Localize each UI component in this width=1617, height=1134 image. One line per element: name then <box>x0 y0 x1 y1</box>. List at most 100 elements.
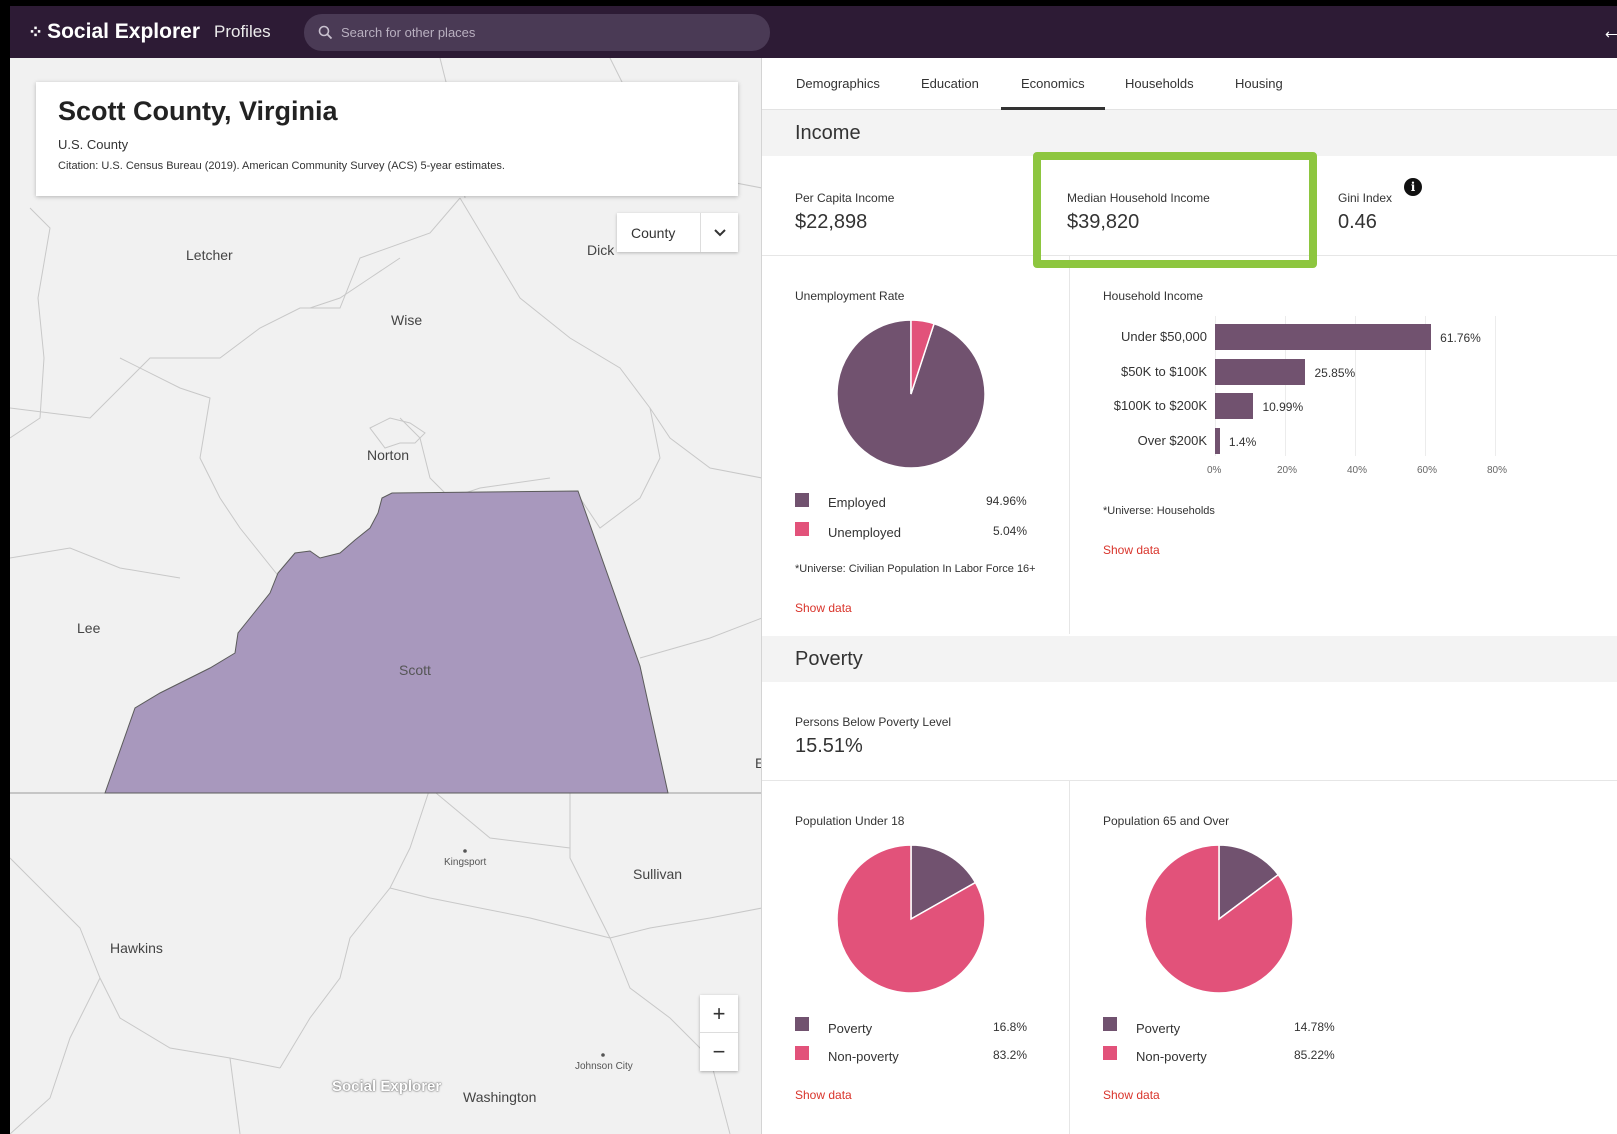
household-income-show-data-link[interactable]: Show data <box>1103 543 1160 557</box>
tab-households[interactable]: Households <box>1125 76 1194 91</box>
over65-show-data-link[interactable]: Show data <box>1103 1088 1160 1102</box>
bar-value-label: 25.85% <box>1314 365 1356 380</box>
map[interactable]: Letcher Dick Wise Norton Lee Scott Kings… <box>10 58 762 1134</box>
legend-swatch-poverty <box>795 1017 809 1031</box>
map-label-dick: Dick <box>587 242 615 258</box>
x-tick-label: 80% <box>1487 465 1508 476</box>
divider <box>1069 256 1070 634</box>
bar[interactable] <box>1215 427 1220 454</box>
legend-pct-non-poverty: 85.22% <box>1294 1048 1335 1062</box>
under18-show-data-link[interactable]: Show data <box>795 1088 852 1102</box>
tab-demographics[interactable]: Demographics <box>796 76 880 91</box>
gini-index-label: Gini Index <box>1338 191 1393 205</box>
x-tick-label: 0% <box>1207 465 1222 476</box>
bar[interactable] <box>1215 324 1432 350</box>
map-label-lee: Lee <box>77 620 101 636</box>
legend-label-non-poverty: Non-poverty <box>1136 1049 1207 1064</box>
top-bar: ⁘ Social Explorer Profiles Search for ot… <box>10 6 1617 58</box>
legend-swatch-non-poverty <box>1103 1046 1117 1060</box>
map-label-washington: Washington <box>463 1089 537 1105</box>
legend-label-poverty: Poverty <box>828 1021 873 1036</box>
divider <box>762 780 1617 781</box>
per-capita-income-label: Per Capita Income <box>795 191 895 205</box>
legend-pct-poverty: 16.8% <box>993 1020 1028 1034</box>
tab-economics[interactable]: Economics <box>1021 76 1085 91</box>
brand-name: Social Explorer <box>47 20 200 43</box>
legend-swatch-employed <box>795 493 809 507</box>
legend-swatch-non-poverty <box>795 1046 809 1060</box>
tab-bar: Demographics Education Economics Househo… <box>762 58 1617 110</box>
persons-below-poverty-value: 15.51% <box>795 735 863 757</box>
legend-label-employed: Employed <box>828 495 886 510</box>
legend-label-non-poverty: Non-poverty <box>828 1049 899 1064</box>
place-card: Scott County, Virginia U.S. County Citat… <box>36 82 738 196</box>
app-window: ⁘ Social Explorer Profiles Search for ot… <box>10 6 1617 1134</box>
gini-index-value: 0.46 <box>1338 211 1377 233</box>
legend-label-poverty: Poverty <box>1136 1021 1181 1036</box>
under18-title: Population Under 18 <box>795 814 905 828</box>
map-label-norton: Norton <box>367 447 410 463</box>
unemployment-show-data-link[interactable]: Show data <box>795 601 852 615</box>
geography-level-value: County <box>631 224 676 241</box>
persons-below-poverty-label: Persons Below Poverty Level <box>795 715 952 729</box>
map-label-scott: Scott <box>399 662 431 678</box>
product-name: Profiles <box>214 22 271 41</box>
unemployment-title: Unemployment Rate <box>795 289 905 303</box>
household-income-title: Household Income <box>1103 289 1204 303</box>
geography-level-select[interactable]: County <box>617 213 738 252</box>
unemployment-pie-chart <box>836 319 986 469</box>
logo-dots-icon: ⁘ <box>28 21 43 42</box>
x-tick-label: 20% <box>1277 465 1298 476</box>
zoom-out-button[interactable]: − <box>700 1033 738 1071</box>
place-citation: Citation: U.S. Census Bureau (2019). Ame… <box>58 160 505 172</box>
map-label-wise: Wise <box>391 312 423 328</box>
bar-category-label: $100K to $200K <box>1113 398 1207 413</box>
over65-pie-chart <box>1144 844 1294 994</box>
bar-value-label: 1.4% <box>1228 434 1257 449</box>
logo[interactable]: ⁘ Social Explorer Profiles <box>28 20 271 44</box>
bar-value-label: 61.76% <box>1440 331 1481 345</box>
legend-pct-poverty: 14.78% <box>1294 1020 1335 1034</box>
bar[interactable] <box>1215 393 1254 419</box>
income-heading: Income <box>762 110 1617 156</box>
menu-icon[interactable]: ⟵ <box>1605 26 1617 42</box>
divider <box>1069 781 1070 1134</box>
map-label-edge: E <box>755 755 761 771</box>
bar-category-label: Over $200K <box>1137 432 1207 448</box>
under18-pie-chart <box>836 844 986 994</box>
chevron-down-icon[interactable] <box>700 213 738 252</box>
zoom-control: + − <box>700 995 738 1071</box>
highlight-box <box>1033 152 1317 268</box>
bar-value-label: 10.99% <box>1262 400 1304 414</box>
map-label-kingsport: Kingsport <box>444 857 487 868</box>
bar[interactable] <box>1215 358 1306 385</box>
legend-pct-non-poverty: 83.2% <box>993 1048 1028 1062</box>
search-icon <box>318 25 333 40</box>
info-icon[interactable]: i <box>1404 178 1422 196</box>
search-placeholder: Search for other places <box>341 25 476 40</box>
tab-education[interactable]: Education <box>921 76 979 91</box>
map-label-johnson-city: Johnson City <box>575 1061 633 1072</box>
unemployment-universe-note: *Universe: Civilian Population In Labor … <box>795 563 1036 575</box>
bar-category-label: $50K to $100K <box>1120 363 1207 379</box>
household-income-universe-note: *Universe: Households <box>1103 505 1215 517</box>
map-label-sullivan: Sullivan <box>633 866 683 882</box>
place-type: U.S. County <box>58 137 129 152</box>
legend-pct-unemployed: 5.04% <box>993 524 1028 538</box>
over65-title: Population 65 and Over <box>1103 814 1230 828</box>
legend-label-unemployed: Unemployed <box>828 525 901 540</box>
search-input[interactable]: Search for other places <box>304 14 770 51</box>
map-watermark: Social Explorer <box>332 1078 442 1095</box>
map-label-letcher: Letcher <box>186 247 233 263</box>
x-tick-label: 40% <box>1347 465 1368 476</box>
place-title: Scott County, Virginia <box>58 96 338 126</box>
legend-pct-employed: 94.96% <box>986 494 1027 508</box>
bar-category-label: Under $50,000 <box>1120 329 1207 344</box>
poverty-heading: Poverty <box>762 636 1617 682</box>
scott-county-shape <box>104 490 669 794</box>
tab-housing[interactable]: Housing <box>1235 76 1283 91</box>
per-capita-income-value: $22,898 <box>795 211 868 233</box>
zoom-in-button[interactable]: + <box>700 995 738 1033</box>
gridline <box>1495 316 1496 456</box>
x-tick-label: 60% <box>1417 465 1438 476</box>
